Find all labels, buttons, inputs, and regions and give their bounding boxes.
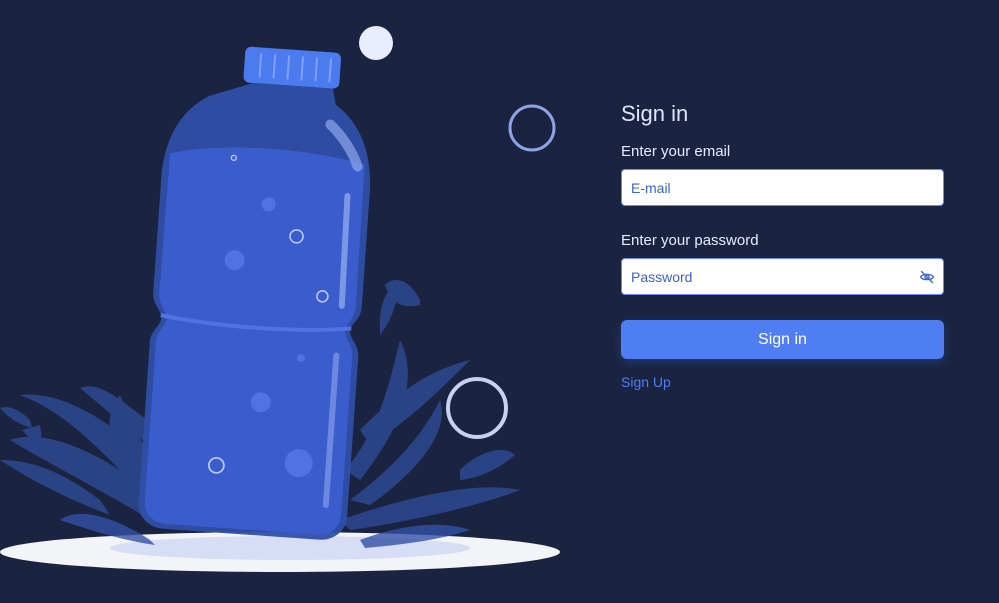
decorative-ring-large	[446, 377, 508, 439]
password-field[interactable]	[622, 259, 943, 294]
sign-up-link[interactable]: Sign Up	[621, 374, 671, 390]
page-title: Sign in	[621, 101, 689, 126]
eye-off-icon[interactable]	[919, 269, 935, 285]
email-field-wrapper	[621, 169, 944, 206]
bottle	[138, 46, 371, 540]
sign-in-button[interactable]: Sign in	[621, 320, 944, 359]
password-field-wrapper	[621, 258, 944, 295]
decorative-ring	[508, 104, 556, 152]
email-label: Enter your email	[621, 143, 731, 160]
decorative-dot	[359, 26, 393, 60]
bottle-cap	[243, 46, 342, 89]
password-label: Enter your password	[621, 232, 759, 249]
sign-in-form: Sign in Enter your email Enter your pass…	[621, 100, 944, 392]
water-bottle-illustration	[0, 26, 560, 572]
email-field[interactable]	[622, 170, 943, 205]
sign-in-page: Sign in Enter your email Enter your pass…	[0, 0, 999, 603]
